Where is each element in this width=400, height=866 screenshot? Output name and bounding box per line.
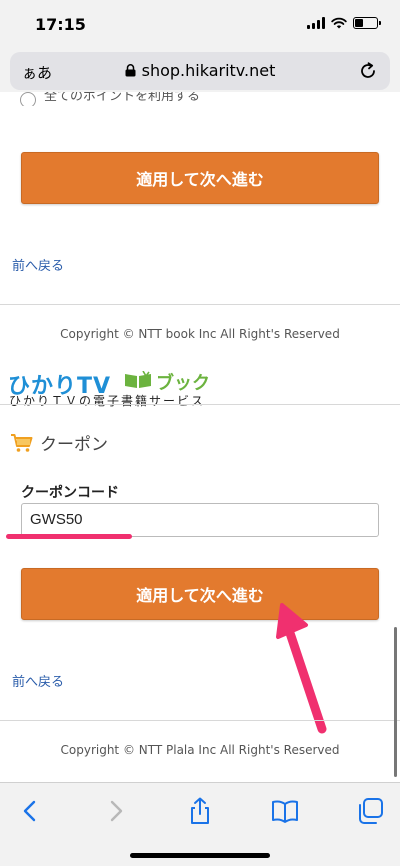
back-link-points[interactable]: 前へ戻る [12,255,64,274]
open-book-icon [125,371,151,388]
back-icon[interactable] [16,797,44,825]
tabs-icon[interactable] [356,797,384,825]
divider [0,404,400,405]
copyright-plala: Copyright © NTT Plala Inc All Right's Re… [60,743,340,757]
hikaritv-book-logo[interactable]: ひかりTV ブック ひかりＴＶの電子書籍サービス [8,368,213,408]
home-indicator [130,853,270,858]
forward-icon[interactable] [102,797,130,825]
bookmarks-icon[interactable] [271,797,299,825]
coupon-heading: クーポン [10,430,108,455]
divider [0,720,400,721]
status-time: 17:15 [35,15,86,34]
wifi-icon [331,17,347,29]
reload-icon[interactable] [358,61,378,81]
lock-icon [125,64,136,77]
logo-subtitle: ひかりＴＶの電子書籍サービス [9,394,206,408]
apply-next-button-points[interactable]: 適用して次へ進む [21,152,379,204]
radio-button[interactable] [20,92,36,106]
annotation-underline [6,534,132,539]
coupon-code-input[interactable]: GWS50 [21,503,379,537]
browser-toolbar [0,782,400,866]
share-icon[interactable] [186,797,214,825]
cart-icon [11,433,33,452]
url-text: shop.hikaritv.net [141,61,276,80]
signal-icon [307,17,325,29]
status-icons [307,17,381,29]
url-display[interactable]: shop.hikaritv.net [10,61,390,80]
status-bar: 17:15 [0,0,400,48]
annotation-arrow-icon [276,603,327,734]
use-all-points-option[interactable]: 全てのポイントを利用する [20,92,320,106]
radio-label: 全てのポイントを利用する [44,92,201,104]
copyright-book: Copyright © NTT book Inc All Right's Res… [60,327,340,341]
coupon-code-label: クーポンコード [21,485,119,501]
divider [0,304,400,305]
page-content: 全てのポイントを利用する 適用して次へ進む 前へ戻る Copyright © N… [0,92,400,782]
battery-icon [353,17,381,29]
scrollbar[interactable] [394,627,397,777]
address-bar[interactable]: ぁあ shop.hikaritv.net [10,52,390,90]
back-link-coupon[interactable]: 前へ戻る [12,671,64,690]
coupon-heading-text: クーポン [40,435,108,455]
